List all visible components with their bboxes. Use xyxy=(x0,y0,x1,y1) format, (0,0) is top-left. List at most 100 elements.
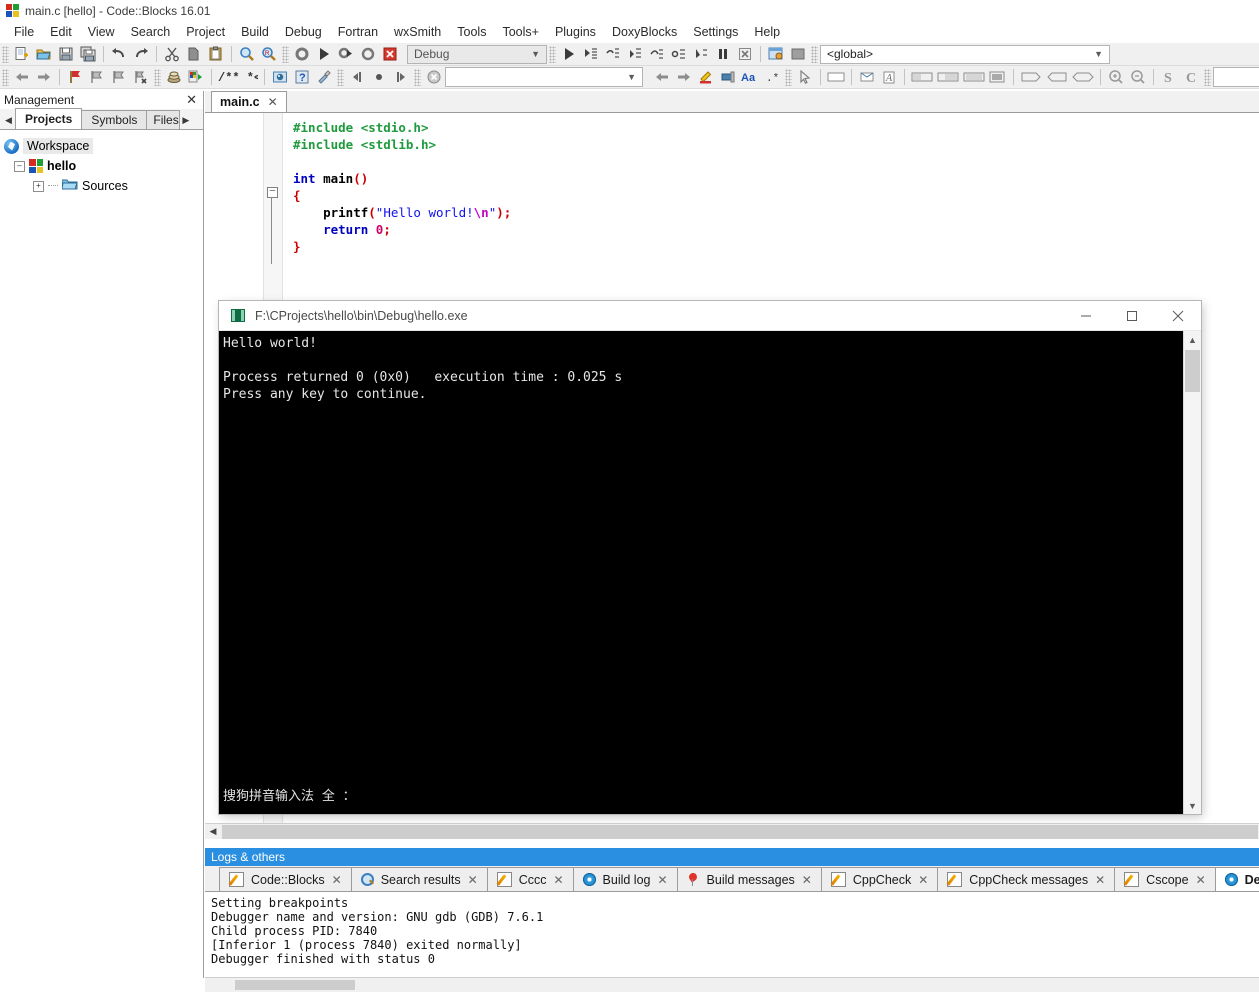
logs-tab-cppcheck[interactable]: CppCheck ✕ xyxy=(820,867,939,891)
debug-break-icon[interactable] xyxy=(712,44,734,65)
find-icon[interactable] xyxy=(236,44,258,65)
menu-help[interactable]: Help xyxy=(746,23,788,41)
next-search-icon[interactable] xyxy=(673,67,695,88)
collapse-icon[interactable]: – xyxy=(14,160,25,172)
tree-node-project[interactable]: – hello xyxy=(4,156,203,176)
close-icon[interactable]: ✕ xyxy=(802,873,812,887)
console-body[interactable]: Hello world! Process returned 0 (0x0) ex… xyxy=(219,331,1201,814)
close-button[interactable] xyxy=(1155,301,1201,331)
toolbar-grip[interactable] xyxy=(811,45,818,63)
new-file-icon[interactable] xyxy=(11,44,33,65)
next-bookmark-icon[interactable] xyxy=(108,67,130,88)
debug-step-out-icon[interactable] xyxy=(646,44,668,65)
debug-next-instruction-icon[interactable] xyxy=(668,44,690,65)
symbol-c-icon[interactable]: C xyxy=(1180,67,1202,88)
redo-icon[interactable] xyxy=(130,44,152,65)
back-icon[interactable] xyxy=(11,67,33,88)
close-icon[interactable]: ✕ xyxy=(268,95,278,109)
console-title-bar[interactable]: F:\CProjects\hello\bin\Debug\hello.exe xyxy=(219,301,1201,331)
doxywizard-icon[interactable] xyxy=(269,67,291,88)
tab-projects[interactable]: Projects xyxy=(15,108,83,129)
toolbar-grip[interactable] xyxy=(282,45,289,63)
clear-search-icon[interactable] xyxy=(423,67,445,88)
save-all-icon[interactable] xyxy=(77,44,99,65)
menu-tools[interactable]: Tools xyxy=(449,23,494,41)
insert-dialog-icon[interactable] xyxy=(825,67,847,88)
debugging-windows-icon[interactable] xyxy=(765,44,787,65)
menu-project[interactable]: Project xyxy=(178,23,233,41)
logs-tab-debugger[interactable]: Debugger xyxy=(1214,867,1259,891)
toolbar-grip[interactable] xyxy=(1204,68,1211,86)
zoom-in-icon[interactable] xyxy=(1105,67,1127,88)
toolbar-grip[interactable] xyxy=(154,68,161,86)
previous-bookmark-icon[interactable] xyxy=(86,67,108,88)
menu-debug[interactable]: Debug xyxy=(277,23,330,41)
debug-continue-icon[interactable] xyxy=(558,44,580,65)
debug-step-into-icon[interactable] xyxy=(624,44,646,65)
doxyblocks-extract-icon[interactable] xyxy=(185,67,207,88)
symbol-s-icon[interactable]: S xyxy=(1158,67,1180,88)
undo-icon[interactable] xyxy=(108,44,130,65)
logs-tab-build-messages[interactable]: Build messages ✕ xyxy=(676,867,822,891)
toolbar-grip[interactable] xyxy=(414,68,421,86)
menu-wxsmith[interactable]: wxSmith xyxy=(386,23,449,41)
various-info-icon[interactable] xyxy=(787,44,809,65)
logs-tab-cccc[interactable]: Cccc ✕ xyxy=(486,867,574,891)
pointer-icon[interactable] xyxy=(794,67,816,88)
paste-icon[interactable] xyxy=(205,44,227,65)
insert-spacer2-icon[interactable] xyxy=(1070,67,1096,88)
debug-run-to-cursor-icon[interactable] xyxy=(580,44,602,65)
debug-next-line-icon[interactable] xyxy=(602,44,624,65)
menu-doxyblocks[interactable]: DoxyBlocks xyxy=(604,23,685,41)
tree-node-workspace[interactable]: Workspace xyxy=(4,136,203,156)
close-icon[interactable]: ✕ xyxy=(1196,873,1206,887)
tab-symbols[interactable]: Symbols xyxy=(81,110,148,129)
logs-tab-search-results[interactable]: Search results ✕ xyxy=(350,867,488,891)
goto-next-changed-line-icon[interactable] xyxy=(390,67,412,88)
chevron-up-icon[interactable]: ▲ xyxy=(1184,331,1201,348)
doxyblocks-comment-icon[interactable]: /** *< xyxy=(216,67,260,88)
expand-icon[interactable]: + xyxy=(33,180,44,192)
toggle-bookmark-icon[interactable] xyxy=(64,67,86,88)
insert-sizer-icon[interactable] xyxy=(935,67,961,88)
toolbar-grip[interactable] xyxy=(2,68,9,86)
build-target-select[interactable]: Debug ▼ xyxy=(407,44,547,64)
extra-search-input[interactable] xyxy=(1213,67,1259,87)
toolbar-grip[interactable] xyxy=(2,45,9,63)
debug-stop-icon[interactable] xyxy=(734,44,756,65)
scroll-left-icon[interactable]: ◀ xyxy=(205,824,221,839)
close-icon[interactable]: ✕ xyxy=(657,873,667,887)
close-icon[interactable]: ✕ xyxy=(918,873,928,887)
logs-tab-codeblocks[interactable]: Code::Blocks ✕ xyxy=(219,867,352,891)
close-icon[interactable]: ✕ xyxy=(332,873,342,887)
close-icon[interactable]: ✕ xyxy=(186,92,197,108)
forward-icon[interactable] xyxy=(33,67,55,88)
previous-search-icon[interactable] xyxy=(651,67,673,88)
doxyblocks-run-icon[interactable] xyxy=(163,67,185,88)
toolbar-grip[interactable] xyxy=(785,68,792,86)
insert-box-icon[interactable] xyxy=(987,67,1009,88)
logs-tab-cscope[interactable]: Cscope ✕ xyxy=(1114,867,1216,891)
build-and-run-icon[interactable] xyxy=(335,44,357,65)
zoom-out-icon[interactable] xyxy=(1127,67,1149,88)
menu-settings[interactable]: Settings xyxy=(685,23,746,41)
scrollbar-thumb[interactable] xyxy=(222,824,1258,839)
abort-build-icon[interactable] xyxy=(379,44,401,65)
close-icon[interactable]: ✕ xyxy=(1095,873,1105,887)
save-icon[interactable] xyxy=(55,44,77,65)
scrollbar-thumb[interactable] xyxy=(235,980,355,990)
insert-text-ctrl-icon[interactable]: A xyxy=(878,67,900,88)
console-vertical-scrollbar[interactable]: ▲ ▼ xyxy=(1183,331,1201,814)
clear-bookmarks-icon[interactable] xyxy=(130,67,152,88)
close-icon[interactable]: ✕ xyxy=(468,873,478,887)
doxyblocks-config-icon[interactable] xyxy=(313,67,335,88)
build-icon[interactable] xyxy=(291,44,313,65)
insert-panel-icon[interactable] xyxy=(909,67,935,88)
menu-fortran[interactable]: Fortran xyxy=(330,23,386,41)
run-icon[interactable] xyxy=(313,44,335,65)
open-file-icon[interactable] xyxy=(33,44,55,65)
logs-horizontal-scrollbar[interactable] xyxy=(205,977,1259,992)
scrollbar-track[interactable] xyxy=(1184,348,1201,797)
menu-plugins[interactable]: Plugins xyxy=(547,23,604,41)
doxyblocks-help-icon[interactable]: ? xyxy=(291,67,313,88)
